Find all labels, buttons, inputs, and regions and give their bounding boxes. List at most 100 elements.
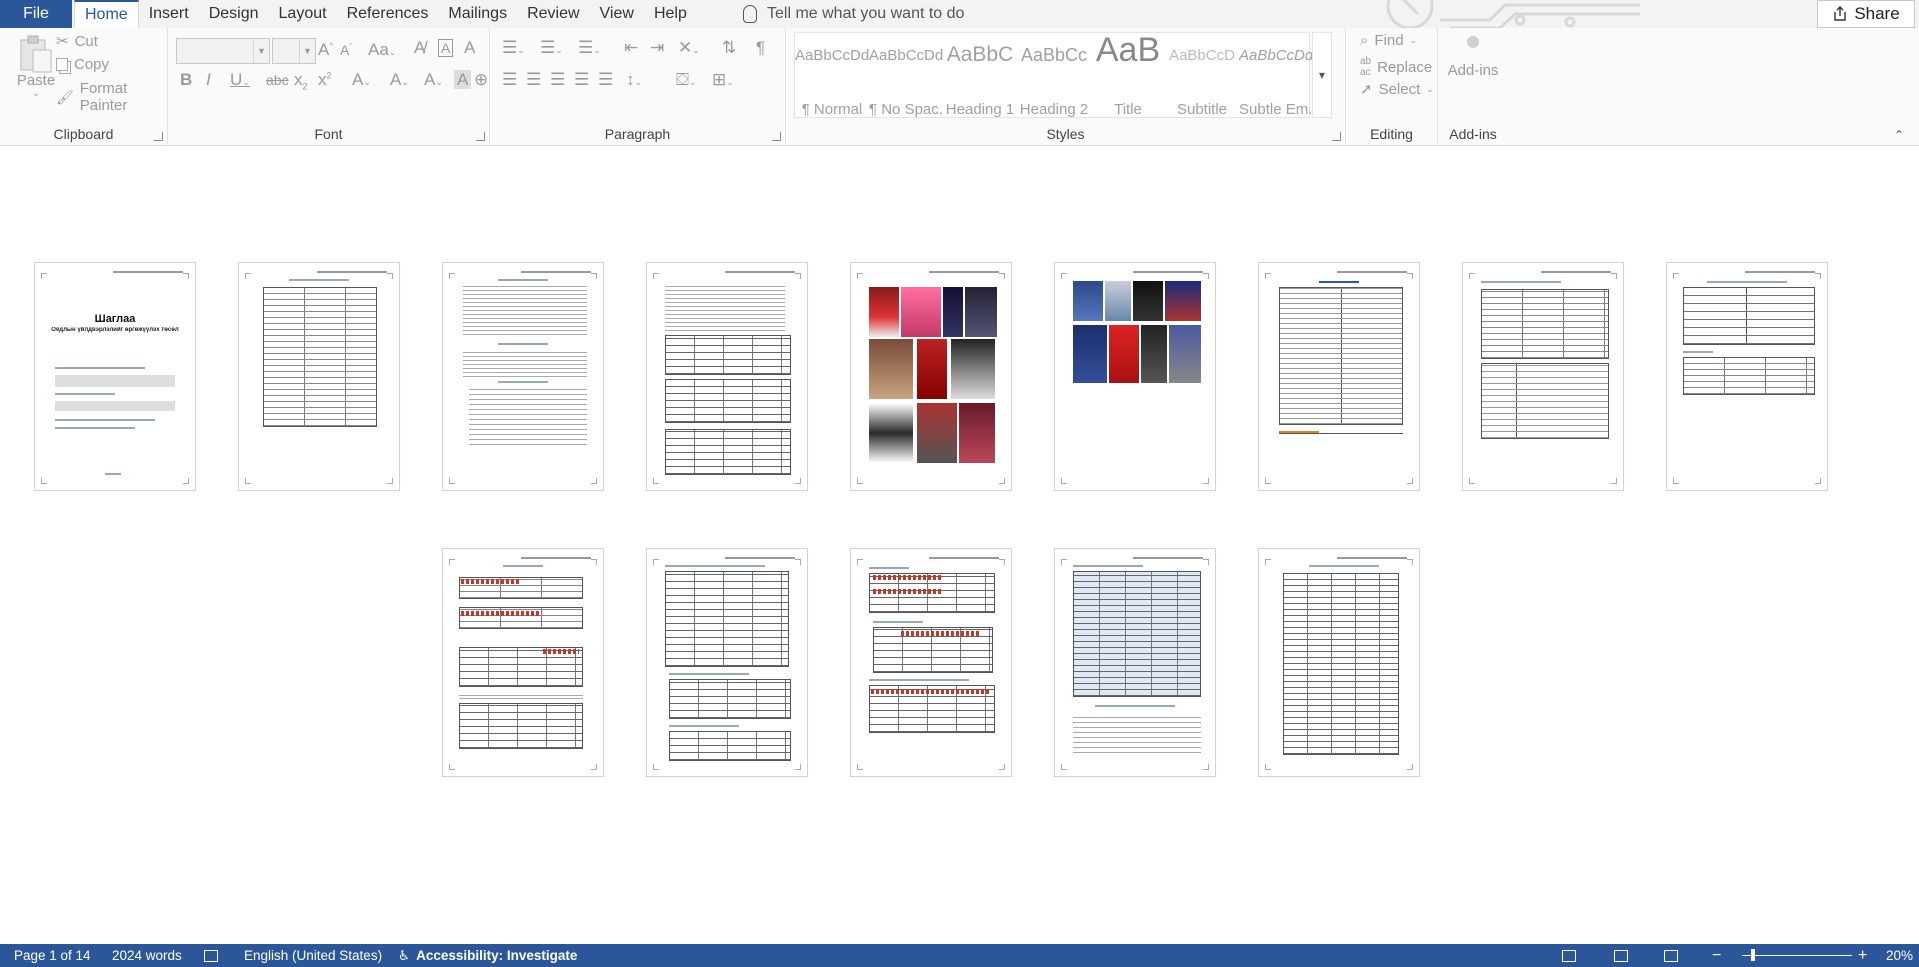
page-thumbnail[interactable] [1054, 548, 1216, 777]
page-count[interactable]: Page 1 of 14 [14, 944, 91, 967]
addins-button[interactable]: Add-ins [1438, 36, 1508, 79]
multilevel-list-icon[interactable]: ☰⌄ [578, 38, 601, 58]
grow-font-icon[interactable]: A^ [318, 40, 333, 60]
text-effects-icon[interactable]: A⌄ [352, 70, 371, 90]
document-area[interactable]: Шаглаа Оёдлын үйлдвэрлэлийг өргөжүүлэх т… [0, 146, 1919, 944]
style-no-spacing[interactable]: AaBbCcDd ¶ No Spac... [869, 33, 943, 119]
page-thumbnail[interactable] [1666, 262, 1828, 491]
align-right-icon[interactable]: ☰ [550, 70, 565, 90]
paragraph-launcher-icon[interactable] [772, 132, 781, 141]
styles-more-button[interactable]: ▾ [1312, 32, 1332, 118]
line-spacing-icon[interactable]: ↕⌄ [626, 70, 642, 90]
zoom-level[interactable]: 20% [1886, 944, 1913, 967]
page-thumbnail[interactable] [850, 548, 1012, 777]
page-thumbnail[interactable] [646, 548, 808, 777]
zoom-slider-thumb[interactable] [1751, 949, 1755, 961]
asian-layout-icon[interactable]: ✕⌄ [678, 38, 700, 58]
zoom-out-icon[interactable]: − [1712, 944, 1721, 967]
tab-insert[interactable]: Insert [139, 0, 199, 28]
page-thumbnail[interactable] [1258, 262, 1420, 491]
page-thumbnail[interactable] [850, 262, 1012, 491]
strikethrough-icon[interactable]: abc [266, 72, 289, 88]
change-case-icon[interactable]: Aa⌄ [368, 40, 396, 60]
paste-button[interactable]: Paste ⌄ [12, 32, 60, 102]
shrink-font-icon[interactable]: Aˇ [340, 42, 352, 58]
tab-help[interactable]: Help [644, 0, 697, 28]
decrease-indent-icon[interactable]: ⇤ [624, 38, 638, 58]
select-button[interactable]: ➚ Select ⌄ [1360, 80, 1434, 99]
font-group: ▼ ▼ A^ Aˇ Aa⌄ A̸ A A B I U⌄ abc x2 x2 A⌄… [168, 28, 490, 146]
tab-mailings[interactable]: Mailings [438, 0, 517, 28]
language-status[interactable]: English (United States) [244, 944, 382, 967]
style-normal[interactable]: AaBbCcDd ¶ Normal [795, 33, 869, 119]
font-name-combo[interactable]: ▼ [176, 38, 270, 64]
superscript-icon[interactable]: x2 [318, 70, 332, 90]
zoom-slider-track[interactable] [1742, 949, 1852, 961]
align-center-icon[interactable]: ☰ [526, 70, 541, 90]
styles-launcher-icon[interactable] [1332, 132, 1341, 141]
text-effects-box-icon[interactable]: A [438, 39, 454, 57]
page1-title: Шаглаа [94, 313, 136, 325]
page-thumbnail[interactable] [1054, 262, 1216, 491]
collapse-ribbon-icon[interactable]: ⌃ [1894, 128, 1904, 142]
style-title[interactable]: AaB Title [1091, 31, 1165, 119]
share-button[interactable]: Share [1817, 0, 1915, 28]
font-color-icon[interactable]: A⌄ [424, 70, 443, 90]
tab-references[interactable]: References [337, 0, 439, 28]
format-painter-button[interactable]: 🖌 Format Painter [56, 80, 167, 114]
style-heading-1[interactable]: AaBbC Heading 1 [943, 33, 1017, 119]
tab-design[interactable]: Design [199, 0, 269, 28]
enclose-characters-icon[interactable]: ⊕ [474, 70, 488, 90]
font-size-combo[interactable]: ▼ [272, 38, 316, 64]
page-thumbnail[interactable] [238, 262, 400, 491]
character-shading-icon[interactable]: A [464, 38, 475, 58]
style-subtitle[interactable]: AaBbCcD Subtitle [1165, 33, 1239, 119]
accessibility-status[interactable]: ♿ Accessibility: Investigate [398, 944, 577, 967]
cut-button[interactable]: ✂ Cut [56, 32, 98, 51]
tab-review[interactable]: Review [517, 0, 589, 28]
underline-icon[interactable]: U⌄ [230, 70, 250, 90]
copy-button[interactable]: Copy [56, 56, 109, 73]
tell-me-search[interactable]: Tell me what you want to do [743, 0, 964, 28]
page-thumbnail[interactable]: Шаглаа Оёдлын үйлдвэрлэлийг өргөжүүлэх т… [34, 262, 196, 491]
tab-home[interactable]: Home [74, 0, 139, 28]
word-count[interactable]: 2024 words [112, 944, 182, 967]
web-layout-icon[interactable] [1664, 944, 1678, 967]
borders-icon[interactable]: ⊞⌄ [712, 70, 734, 90]
italic-icon[interactable]: I [206, 70, 211, 90]
font-launcher-icon[interactable] [476, 132, 485, 141]
tab-file[interactable]: File [0, 0, 72, 28]
style-heading-2[interactable]: AaBbCc Heading 2 [1017, 33, 1091, 119]
find-button[interactable]: ⌕ Find ⌄ [1360, 32, 1417, 49]
replace-button[interactable]: ab ac Replace [1360, 56, 1432, 78]
highlight-icon[interactable]: A⌄ [390, 70, 409, 90]
read-mode-icon[interactable] [1562, 944, 1576, 967]
numbering-icon[interactable]: ☰⌄ [540, 38, 563, 58]
show-formatting-marks-icon[interactable]: ¶ [756, 38, 765, 58]
print-layout-icon[interactable] [1614, 944, 1628, 967]
tab-layout[interactable]: Layout [269, 0, 337, 28]
clear-formatting-icon[interactable]: A̸ [414, 38, 425, 58]
align-left-icon[interactable]: ☰ [502, 70, 517, 90]
page-thumbnail[interactable] [442, 262, 604, 491]
shading-icon[interactable]: A [454, 70, 472, 90]
justify-icon[interactable]: ☰ [574, 70, 589, 90]
clipboard-launcher-icon[interactable] [154, 132, 163, 141]
find-label: Find [1374, 32, 1404, 49]
style-subtle-emphasis[interactable]: AaBbCcDd Subtle Em... [1239, 33, 1313, 119]
zoom-in-icon[interactable]: + [1858, 944, 1867, 967]
page-thumbnail[interactable] [1462, 262, 1624, 491]
page-thumbnail[interactable] [1258, 548, 1420, 777]
distributed-icon[interactable]: ☰ [598, 70, 613, 90]
page-thumbnail[interactable] [646, 262, 808, 491]
page-thumbnail[interactable] [442, 548, 604, 777]
subscript-icon[interactable]: x2 [294, 70, 308, 91]
paint-bucket-icon[interactable]: ⛋⌄ [676, 70, 696, 90]
sort-icon[interactable]: ⇅ [722, 38, 736, 58]
proofing-icon[interactable] [204, 944, 218, 967]
tell-me-text: Tell me what you want to do [767, 5, 965, 22]
increase-indent-icon[interactable]: ⇥ [650, 38, 664, 58]
bold-icon[interactable]: B [180, 70, 192, 90]
tab-view[interactable]: View [590, 0, 644, 28]
bullets-icon[interactable]: ☰⌄ [502, 38, 525, 58]
